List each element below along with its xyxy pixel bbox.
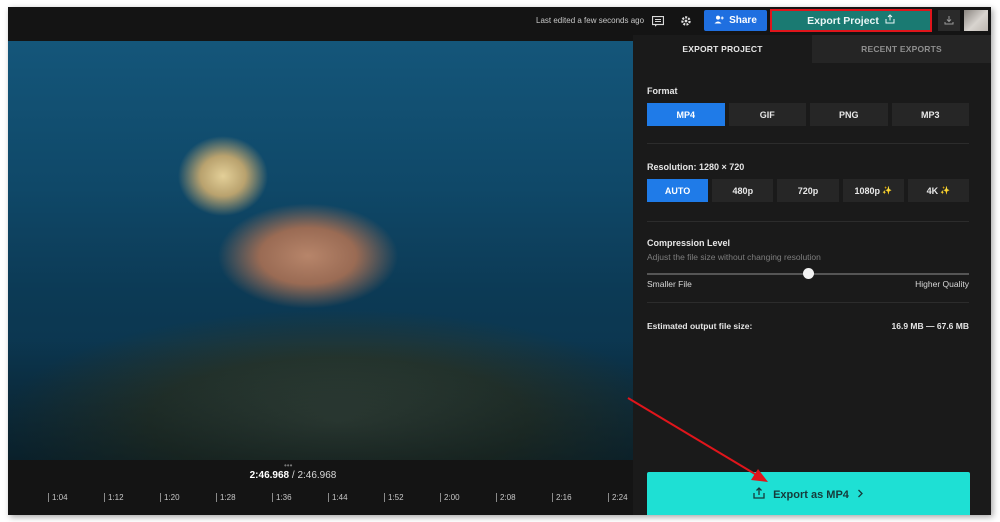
export-panel: EXPORT PROJECT RECENT EXPORTS Format MP4… (633, 35, 991, 515)
timeline-tick: 2:00 (440, 490, 460, 504)
resolution-option-480p[interactable]: 480p (712, 179, 774, 202)
smaller-file-label: Smaller File (647, 279, 692, 289)
gear-icon[interactable] (678, 13, 694, 29)
sparkle-icon: ✨ (881, 186, 892, 195)
share-label: Share (729, 15, 757, 26)
chevron-right-icon (857, 489, 864, 501)
export-as-mp4-label: Export as MP4 (773, 488, 849, 501)
export-project-button[interactable]: Export Project (770, 9, 932, 32)
tab-export-project[interactable]: EXPORT PROJECT (633, 35, 812, 63)
timeline-tick: 1:28 (216, 490, 236, 504)
add-person-icon (714, 15, 724, 27)
compression-title: Compression Level (647, 238, 731, 248)
app-window: Last edited a few seconds ago Share Expo… (8, 7, 991, 515)
upload-icon (885, 14, 895, 27)
tab-recent-exports[interactable]: RECENT EXPORTS (812, 35, 991, 63)
last-edited-status: Last edited a few seconds ago (536, 16, 645, 25)
resolution-option-720p[interactable]: 720p (777, 179, 839, 202)
timeline-tick: 1:12 (104, 490, 124, 504)
format-option-mp3[interactable]: MP3 (891, 103, 969, 126)
download-icon (944, 12, 954, 30)
comment-icon[interactable] (650, 13, 666, 29)
total-time: 2:46.968 (297, 470, 337, 481)
divider (647, 302, 969, 303)
time-readout: 2:46.968 / 2:46.968 (8, 470, 578, 481)
share-button[interactable]: Share (704, 10, 767, 31)
divider (647, 221, 969, 222)
format-option-png[interactable]: PNG (810, 103, 888, 126)
timeline[interactable]: ••• 2:46.968 / 2:46.968 1:04 1:12 1:20 1… (8, 460, 633, 515)
timeline-tick: 1:52 (384, 490, 404, 504)
resolution-option-4k[interactable]: 4K ✨ (907, 179, 970, 202)
format-title: Format (647, 86, 678, 96)
sparkle-icon: ✨ (940, 186, 951, 195)
video-shading (8, 340, 633, 460)
export-tabs: EXPORT PROJECT RECENT EXPORTS (633, 35, 991, 63)
divider (647, 143, 969, 144)
time-separator: / (291, 470, 295, 481)
resolution-label-4k: 4K (926, 185, 939, 196)
export-project-label: Export Project (807, 14, 879, 27)
download-button[interactable] (938, 10, 960, 31)
format-option-gif[interactable]: GIF (728, 103, 806, 126)
resolution-option-auto[interactable]: AUTO (647, 179, 709, 202)
timeline-tick: 1:04 (48, 490, 68, 504)
compression-hint: Adjust the file size without changing re… (647, 252, 821, 262)
resolution-title: Resolution: 1280 × 720 (647, 162, 745, 172)
resize-handle-icon[interactable]: ••• (284, 461, 292, 470)
current-time: 2:46.968 (249, 470, 290, 481)
timeline-ruler[interactable]: 1:04 1:12 1:20 1:28 1:36 1:44 1:52 2:00 … (8, 490, 633, 504)
export-as-mp4-button[interactable]: Export as MP4 (647, 472, 970, 515)
resolution-label-1080p: 1080p (854, 185, 880, 196)
slider-thumb[interactable] (803, 268, 814, 279)
timeline-tick: 2:08 (496, 490, 516, 504)
upload-icon (753, 487, 765, 502)
estimated-size-label: Estimated output file size: (647, 321, 753, 331)
resolution-option-1080p[interactable]: 1080p ✨ (842, 179, 904, 202)
compression-slider[interactable] (647, 268, 969, 279)
timeline-tick: 1:20 (160, 490, 180, 504)
avatar[interactable] (964, 10, 988, 31)
timeline-tick: 1:36 (272, 490, 292, 504)
estimated-size-value: 16.9 MB — 67.6 MB (891, 321, 969, 331)
video-preview[interactable] (8, 41, 633, 460)
timeline-tick: 1:44 (328, 490, 348, 504)
timeline-tick: 2:16 (552, 490, 572, 504)
higher-quality-label: Higher Quality (915, 279, 969, 289)
format-options: MP4 GIF PNG MP3 (647, 103, 969, 126)
timeline-tick: 2:24 (608, 490, 628, 504)
format-option-mp4[interactable]: MP4 (647, 103, 725, 126)
top-bar: Last edited a few seconds ago Share Expo… (8, 7, 991, 35)
resolution-options: AUTO 480p 720p 1080p ✨ 4K ✨ (647, 179, 970, 202)
